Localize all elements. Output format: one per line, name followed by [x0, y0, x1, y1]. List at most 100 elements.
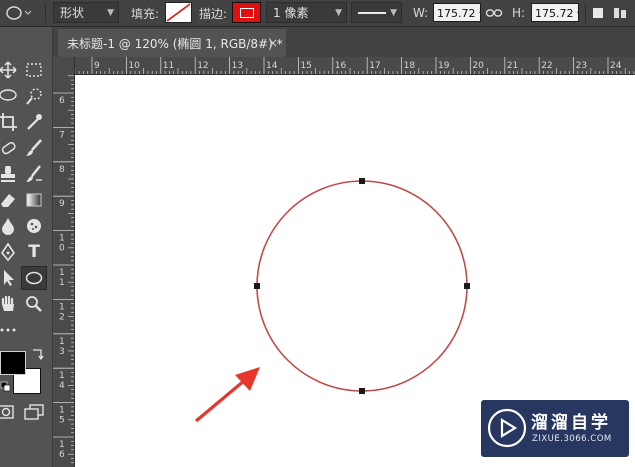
vertical-ruler[interactable]: 678910111213141516	[53, 57, 75, 467]
brush-tool[interactable]	[22, 137, 46, 159]
type-tool[interactable]: T	[22, 241, 46, 263]
path-operations-button[interactable]	[593, 0, 603, 26]
link-icon	[485, 9, 503, 17]
blur-drop-icon	[2, 218, 14, 235]
healing-brush-tool[interactable]	[0, 137, 20, 159]
horizontal-ruler[interactable]: 9 10 11 12 13 14 15 16 17 18 19 20 21 22 23 24	[74, 57, 635, 75]
sponge-tool[interactable]	[22, 215, 46, 237]
ruler-label: 2	[59, 312, 65, 322]
document-tab-title: 未标题-1 @ 120% (椭圆 1, RGB/8#) *	[67, 36, 283, 51]
ellipse-shape[interactable]	[256, 180, 468, 392]
ruler-label: 1	[59, 337, 65, 347]
ruler-label: 22	[541, 61, 552, 71]
ruler-label: 1	[59, 440, 65, 450]
ruler-label: 4	[59, 381, 65, 391]
ruler-label: 17	[369, 61, 380, 71]
watermark-url: ZIXUE.3066.COM	[532, 434, 612, 444]
ruler-label: 16	[335, 61, 347, 71]
quick-selection-tool[interactable]	[22, 85, 46, 107]
ruler-label: 6	[59, 96, 65, 106]
separator	[45, 3, 46, 23]
default-colors-button[interactable]	[0, 378, 12, 397]
watermark-name: 溜溜自学	[531, 413, 611, 433]
chevron-down-icon: ▼	[335, 8, 342, 18]
ruler-label: 18	[404, 61, 416, 71]
move-tool[interactable]	[0, 59, 20, 81]
eraser-icon	[1, 194, 15, 207]
ruler-label: 5	[59, 416, 65, 426]
blur-tool[interactable]	[0, 215, 20, 237]
ruler-label: 1	[59, 234, 65, 244]
move-icon	[0, 61, 17, 79]
tool-preset-picker[interactable]	[3, 0, 33, 26]
ellipse-tool[interactable]	[21, 266, 47, 290]
anchor-point-right[interactable]	[464, 283, 470, 289]
anchor-point-top[interactable]	[359, 178, 365, 184]
quick-mask-button[interactable]	[0, 401, 18, 423]
stroke-width-field[interactable]: 1 像素 ▼	[266, 2, 347, 23]
sponge-icon	[27, 219, 41, 233]
stroke-swatch-icon	[240, 8, 254, 18]
path-alignment-icon	[614, 8, 626, 18]
path-alignment-button[interactable]	[612, 0, 632, 26]
marquee-tool[interactable]	[22, 59, 46, 81]
foreground-color-swatch[interactable]	[0, 351, 26, 375]
lasso-tool[interactable]	[0, 85, 20, 107]
vertical-ruler-ticks: 678910111213141516	[53, 75, 74, 464]
close-icon[interactable]: ×	[268, 36, 278, 50]
more-tools-button[interactable]	[0, 319, 20, 341]
ruler-label: 20	[472, 61, 484, 71]
ruler-label: 1	[59, 278, 65, 288]
ruler-label: 15	[300, 61, 311, 71]
history-brush-tool[interactable]	[22, 163, 46, 185]
anchor-point-bottom[interactable]	[359, 388, 365, 394]
eraser-tool[interactable]	[0, 189, 20, 211]
shape-mode-value: 形状	[60, 6, 85, 20]
zoom-tool[interactable]	[22, 293, 46, 315]
bandage-icon	[1, 141, 16, 155]
ruler-label: 8	[59, 165, 65, 175]
hand-tool[interactable]	[0, 293, 20, 315]
ruler-label: 1	[59, 302, 65, 312]
stroke-width-value: 1 像素	[273, 6, 309, 20]
crop-icon	[0, 113, 17, 131]
crop-tool[interactable]	[0, 111, 20, 133]
tools-panel: T	[0, 27, 53, 467]
gradient-tool[interactable]	[22, 189, 46, 211]
width-input[interactable]: 175.72 像素	[433, 3, 481, 22]
ellipsis-icon	[0, 328, 16, 332]
options-bar: 形状 ▼ 填充: 描边: 1 像素 ▼ ▼ W: 175.72 像素 H: 17…	[0, 0, 635, 27]
path-operations-icon	[593, 8, 603, 18]
document-tab[interactable]: 未标题-1 @ 120% (椭圆 1, RGB/8#) * ×	[58, 29, 286, 57]
ellipse-icon	[25, 271, 43, 285]
swap-colors-button[interactable]	[30, 346, 44, 365]
ruler-label: 13	[232, 61, 243, 71]
path-selection-tool[interactable]	[0, 267, 20, 289]
stroke-label: 描边:	[199, 6, 228, 21]
width-label: W:	[413, 6, 429, 20]
arrow-pointer-icon	[4, 270, 14, 286]
fill-swatch[interactable]	[165, 2, 192, 23]
stroke-type-dropdown[interactable]: ▼	[351, 2, 402, 23]
ruler-label: 10	[128, 61, 140, 71]
arrow-shaft	[194, 378, 247, 423]
magnifier-icon	[26, 296, 42, 312]
chevron-down-icon: ▼	[390, 8, 397, 18]
height-label: H:	[512, 6, 526, 20]
shape-mode-dropdown[interactable]: 形状 ▼	[53, 2, 119, 23]
ruler-label: 1	[59, 268, 65, 278]
separator	[585, 3, 586, 23]
eyedropper-tool[interactable]	[22, 111, 46, 133]
height-input[interactable]: 175.72 像素	[531, 3, 579, 22]
ruler-label: 14	[266, 61, 278, 71]
pen-tool[interactable]	[0, 241, 20, 263]
arrow-head	[235, 367, 260, 391]
stroke-swatch[interactable]	[232, 2, 261, 23]
ruler-label: 21	[507, 61, 518, 71]
anchor-point-left[interactable]	[254, 283, 260, 289]
link-dimensions-button[interactable]	[485, 0, 503, 26]
brush-icon	[26, 139, 42, 156]
screen-mode-button[interactable]	[22, 401, 46, 423]
clone-stamp-tool[interactable]	[0, 163, 20, 185]
stamp-icon	[1, 166, 15, 182]
